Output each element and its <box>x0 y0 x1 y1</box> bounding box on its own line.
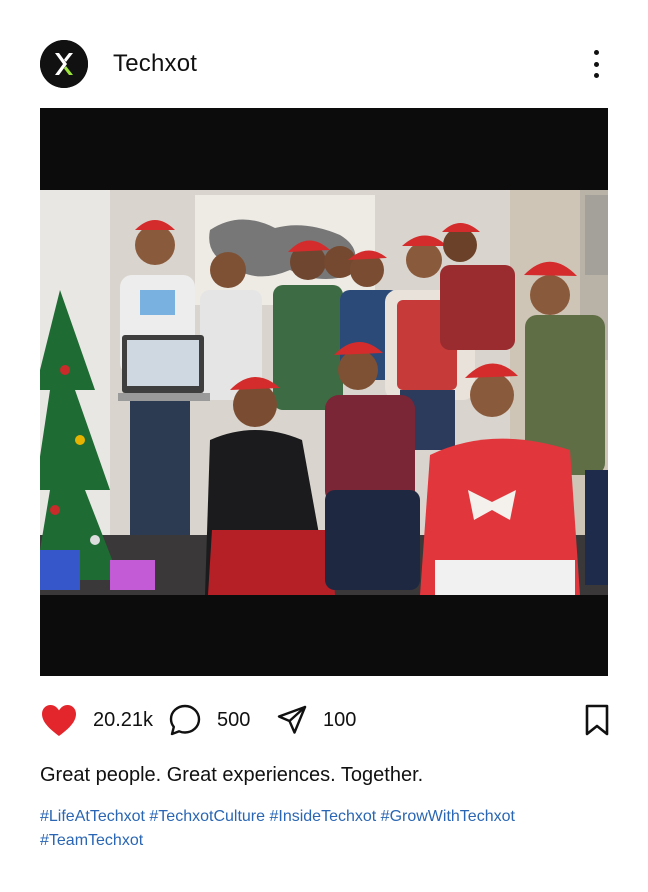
post-media[interactable] <box>40 108 608 676</box>
like-count: 20.21k <box>93 708 154 731</box>
bookmark-icon <box>585 704 609 736</box>
hashtag-link[interactable]: #InsideTechxot <box>269 808 376 825</box>
comment-icon <box>169 704 201 736</box>
post-caption: Great people. Great experiences. Togethe… <box>40 764 424 786</box>
post-header: Techxot <box>40 40 608 88</box>
post-card: Techxot 20.21k 500 100 Great people. Gre… <box>0 0 648 892</box>
share-button[interactable]: 100 <box>276 700 356 740</box>
group-photo <box>40 190 608 595</box>
save-button[interactable] <box>584 700 610 740</box>
account-name[interactable]: Techxot <box>113 49 197 79</box>
post-actions: 20.21k 500 100 <box>40 700 610 740</box>
hashtag-link[interactable]: #GrowWithTechxot <box>381 808 515 825</box>
comment-count: 500 <box>217 708 251 731</box>
techxot-logo-icon <box>40 40 88 88</box>
share-count: 100 <box>323 708 357 731</box>
comment-button[interactable]: 500 <box>168 700 250 740</box>
hashtag-link[interactable]: #TeamTechxot <box>40 832 143 849</box>
hashtag-list: #LifeAtTechxot #TechxotCulture #InsideTe… <box>40 805 608 853</box>
heart-icon <box>42 705 76 736</box>
like-button[interactable]: 20.21k <box>40 700 153 740</box>
hashtag-link[interactable]: #LifeAtTechxot <box>40 808 145 825</box>
hashtag-link[interactable]: #TechxotCulture <box>149 808 265 825</box>
send-icon <box>277 705 307 734</box>
more-vertical-icon <box>593 50 599 55</box>
more-options-button[interactable] <box>590 50 602 78</box>
avatar[interactable] <box>40 40 88 88</box>
